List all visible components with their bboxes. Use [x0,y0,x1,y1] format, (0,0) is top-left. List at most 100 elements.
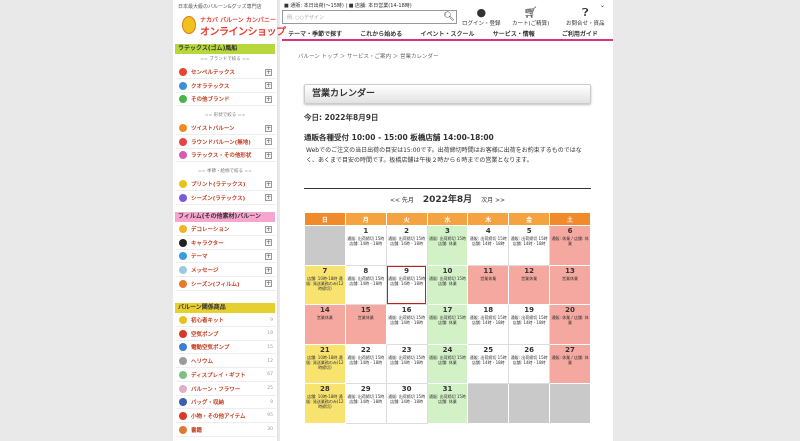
day-status: 通販: 出荷締切 15時 店舗: 14時 - 18時 [347,394,385,405]
calendar-day: 6 通販: 休業 / 店舗: 休業 [549,225,591,266]
login-label: ログイン・登録 [462,21,501,27]
calendar-day: 26 通販: 出荷締切 15時 店舗: 14時 - 18時 [508,343,551,385]
expand-plus-icon[interactable]: + [265,82,272,90]
day-number: 1 [363,227,369,235]
breadcrumb[interactable]: バルーン トップ ＞ サービス・ご案内 ＞ 営業カレンダー [298,52,438,60]
sidebar-item[interactable]: 書籍 30 [176,424,276,437]
calendar-day: 7 店舗: 10時-18時 通販: 発送業務のみ(12時締切) [304,264,346,306]
help-button[interactable]: ❓︎ お問合せ・資品 [566,6,605,27]
expand-plus-icon[interactable]: + [265,68,272,76]
sidebar-item[interactable]: メッセージ + [176,264,276,278]
category-icon [179,151,187,160]
expand-plus-icon[interactable]: + [265,151,272,159]
expand-plus-icon[interactable]: + [265,266,272,274]
search-box[interactable]: 例: ○○デザイン 🔍︎ [282,10,457,24]
calendar-empty-cell [304,225,346,266]
sidebar-item[interactable]: センペルテックス + [176,66,276,79]
balloon-logo-icon [182,16,196,34]
nav-item-event[interactable]: イベント・スクール [414,30,481,41]
sidebar-item[interactable]: キャラクター + [176,237,276,250]
calendar-table: 日月火水木金土 1 通販: 出荷締切 15時 店舗: 14時 - 18時 2 通販: … [304,212,591,424]
category-icon [179,266,187,275]
sidebar-item[interactable]: シーズン(フィルム) + [176,278,276,291]
prev-month-link[interactable]: << 先月 [390,197,414,204]
calendar-day: 13 営業休業 [549,264,591,306]
sidebar-item[interactable]: バッグ・収納 9 [176,396,276,410]
expand-plus-icon[interactable]: + [265,180,272,188]
calendar-empty-cell [508,383,551,424]
sidebar-item[interactable]: シーズン(ラテックス) + [176,192,276,205]
day-number: 8 [363,266,369,275]
expand-plus-icon[interactable]: + [265,138,272,146]
day-status: 営業休業 [316,315,333,321]
sidebar-item[interactable]: ラテックス・その他形状 + [176,149,276,163]
weekday-header: 金 [508,212,551,226]
category-icon [179,411,187,420]
sidebar-item[interactable]: 初心者キット 9 [176,314,276,327]
cart-button[interactable]: 🛒︎ カート(ご精算) [512,6,549,27]
expand-plus-icon[interactable]: + [265,239,272,247]
sidebar-item[interactable]: 電動空気ポンプ 15 [176,341,276,355]
expand-plus-icon[interactable]: + [265,194,272,202]
sidebar-item[interactable]: 小物・その他アイテム 95 [176,410,276,423]
day-status: 通販: 出荷締切 15時 店舗: 14時 - 18時 [510,315,548,326]
expand-plus-icon[interactable]: + [265,252,272,260]
day-status: 営業休業 [562,275,579,281]
sidebar-item[interactable]: ディスプレイ・ギフト 67 [176,369,276,382]
day-number: 20 [565,306,575,315]
day-number: 17 [442,306,453,315]
sidebar-item[interactable]: ツイストバルーン + [176,122,276,135]
item-count: 12 [267,358,273,364]
chevron-down-icon[interactable]: ⌄ [600,2,605,9]
sidebar-item[interactable]: 空気ポンプ 19 [176,328,276,341]
calendar-day: 4 通販: 出荷締切 15時 店舗: 14時 - 18時 [467,225,510,266]
nav-item-theme[interactable]: テーマ・季節で探す [282,30,349,41]
sidebar-item[interactable]: その他ブランド + [176,93,276,107]
calendar-day: 27 通販: 休業 / 店舗: 休業 [549,343,591,385]
logo-line2: オンラインショップ [200,27,286,38]
expand-plus-icon[interactable]: + [265,225,272,233]
day-status: 通販: 出荷締切 15時 店舗: 14時 - 18時 [510,236,548,246]
nav-item-start[interactable]: これから始める [348,30,415,41]
shop-logo[interactable]: ナカバ バルーン カンパニー オンラインショップ [180,13,286,41]
day-number: 18 [483,306,494,315]
sidebar-item[interactable]: バルーン・フラワー 25 [176,383,276,396]
day-status: 通販: 出荷締切 15時 店舗: 14時 - 18時 [388,236,426,246]
expand-plus-icon[interactable]: + [265,280,272,288]
sidebar-item[interactable]: クオラテックス + [176,80,276,93]
calendar-day: 12 営業休業 [508,264,551,306]
day-number: 2 [404,227,410,235]
sidebar-item[interactable]: ラウンドバルーン(無地) + [176,136,276,149]
calendar-day: 14 営業休業 [304,304,346,345]
search-input[interactable]: 例: ○○デザイン [287,14,324,21]
day-number: 10 [442,266,453,275]
day-number: 9 [404,266,410,275]
sidebar-item-label: クオラテックス [191,83,230,90]
sidebar-item[interactable]: デコレーション + [176,223,276,236]
nav-item-service[interactable]: サービス・情報 [480,30,547,41]
nav-item-guide[interactable]: ご利用ガイド [546,30,614,41]
next-month-link[interactable]: 次月 >> [481,197,505,204]
calendar-week: 14 営業休業 15 営業休業 16 通販: 出荷締切 15時 店舗: 14時 - 18時… [304,304,591,345]
calendar-day: 28 店舗: 10時-18時 通販: 発送業務のみ(12時締切) [304,383,346,424]
sidebar-item[interactable]: プリント(ラテックス) + [176,178,276,191]
expand-plus-icon[interactable]: + [265,95,272,103]
day-number: 22 [360,345,371,354]
day-status: 通販: 出荷締切 15時 店舗: 休業 [428,354,466,365]
sidebar-item[interactable]: ヘリウム 12 [176,355,276,369]
day-number: 26 [524,345,535,354]
search-icon[interactable]: 🔍︎ [442,11,456,23]
sidebar-item[interactable]: テーマ + [176,250,276,264]
calendar-day: 1 通販: 出荷締切 15時 店舗: 14時 - 18時 [344,225,387,266]
login-button[interactable]: ● ログイン・登録 [462,6,501,27]
sidebar-item-label: バルーン・フラワー [191,386,241,393]
day-status: 通販: 出荷締切 15時 店舗: 14時 - 18時 [347,275,385,286]
day-status: 営業休業 [357,315,374,321]
expand-plus-icon[interactable]: + [265,124,272,132]
day-number: 15 [360,306,371,315]
day-number: 5 [526,227,532,235]
day-number: 24 [442,345,453,354]
current-month: 2022年8月 [422,195,473,205]
day-status: 営業休業 [480,275,497,281]
calendar-day: 3 通販: 出荷締切 15時 店舗: 休業 [426,225,469,266]
